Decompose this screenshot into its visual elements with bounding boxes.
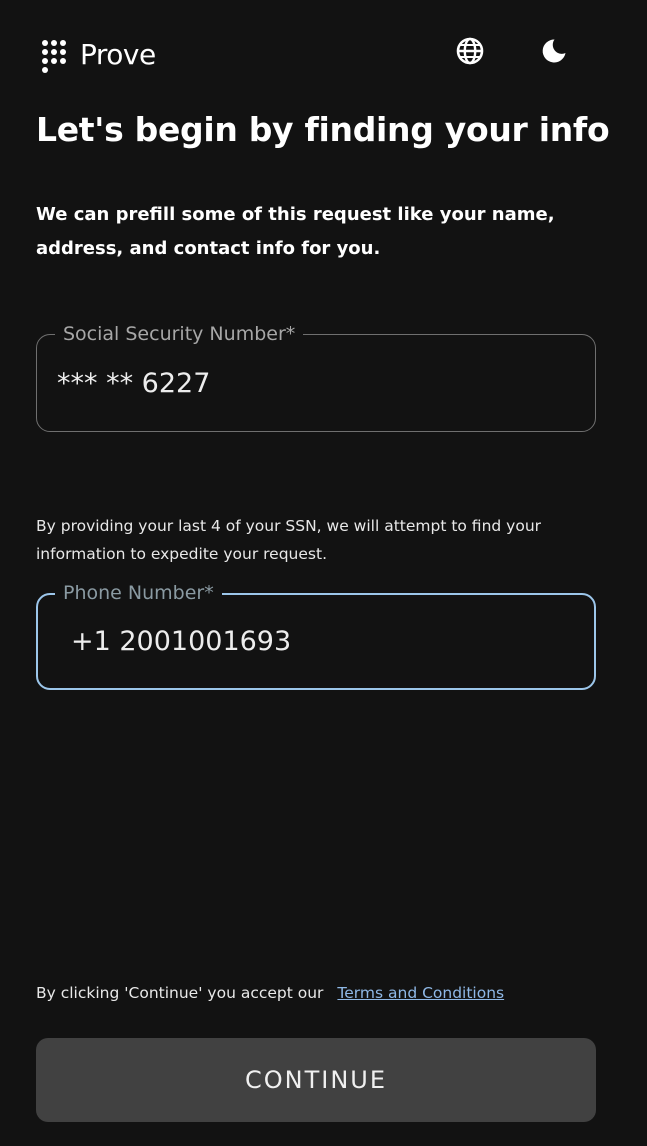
- terms-notice: By clicking 'Continue' you accept our Ter…: [36, 984, 504, 1002]
- phone-field[interactable]: Phone Number* +1 2001001693: [36, 580, 596, 690]
- globe-icon: [456, 37, 484, 65]
- page: Prove Let's begin by finding your info W…: [0, 0, 647, 1146]
- terms-link[interactable]: Terms and Conditions: [337, 984, 504, 1002]
- intro-text: We can prefill some of this request like…: [36, 204, 555, 259]
- ssn-input[interactable]: *** ** 6227: [57, 335, 557, 431]
- theme-toggle-button[interactable]: [537, 34, 571, 68]
- continue-button[interactable]: CONTINUE: [36, 1038, 596, 1122]
- brand-name: Prove: [80, 37, 156, 71]
- phone-input[interactable]: +1 2001001693: [71, 595, 571, 688]
- terms-prefix: By clicking 'Continue' you accept our: [36, 984, 324, 1002]
- moon-icon: [542, 39, 566, 63]
- prove-logo[interactable]: Prove: [42, 36, 156, 73]
- language-button[interactable]: [453, 34, 487, 68]
- prove-dot-grid-logo-icon: [42, 36, 68, 73]
- page-title: Let's begin by finding your info: [36, 110, 610, 149]
- ssn-field[interactable]: Social Security Number* *** ** 6227: [36, 321, 596, 432]
- ssn-helper-text: By providing your last 4 of your SSN, we…: [36, 517, 542, 563]
